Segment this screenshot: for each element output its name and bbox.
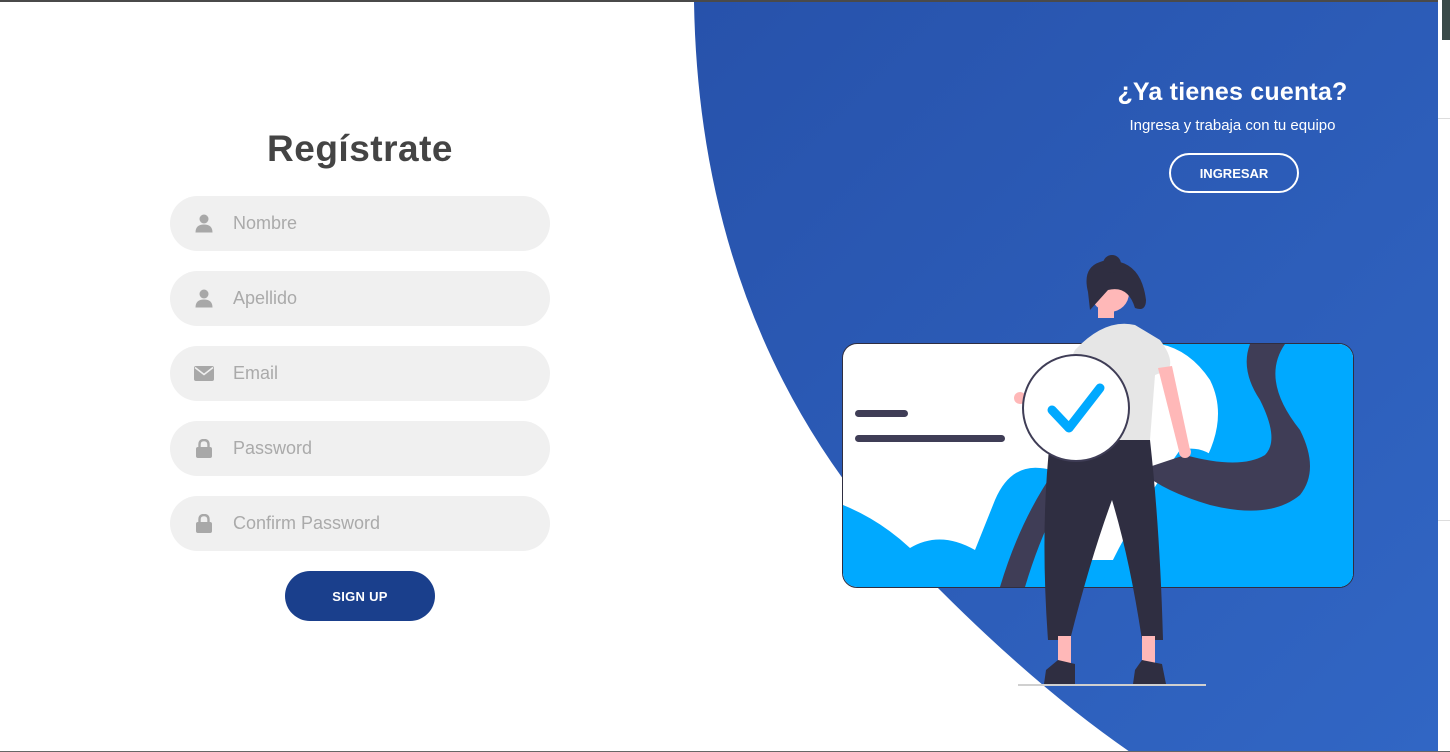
woman-with-checkmark-illustration (842, 255, 1354, 686)
window-edge (1438, 0, 1450, 752)
